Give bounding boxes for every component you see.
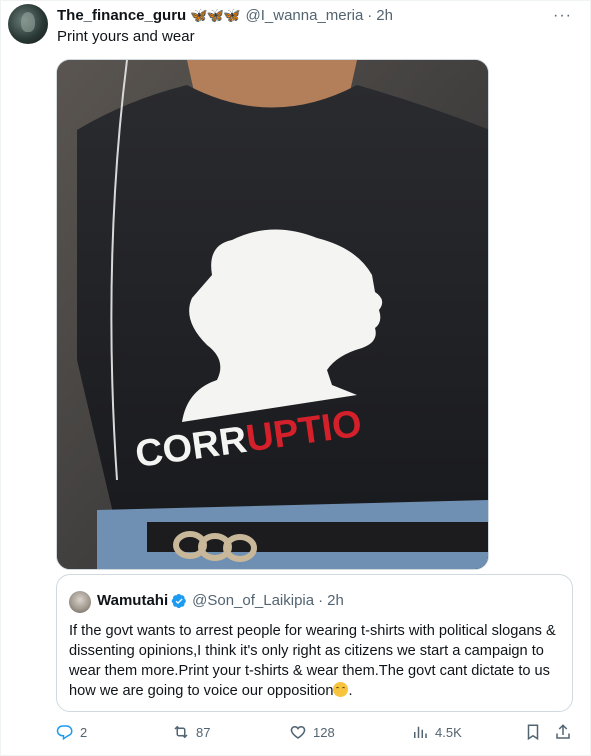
- quoted-tweet[interactable]: Wamutahi @Son_of_Laikipia · 2h If the go…: [56, 574, 573, 712]
- retweet-button[interactable]: 87: [172, 723, 210, 741]
- author-avatar[interactable]: [8, 4, 48, 44]
- quoted-body-text: If the govt wants to arrest people for w…: [69, 623, 556, 699]
- tweet-photo[interactable]: CORRUPTIO: [56, 59, 489, 570]
- like-button[interactable]: 128: [289, 723, 335, 741]
- reply-button[interactable]: 2: [56, 723, 87, 741]
- quoted-tweet-header: Wamutahi @Son_of_Laikipia · 2h: [97, 592, 344, 609]
- share-icon: [556, 724, 570, 739]
- quoted-author-avatar[interactable]: [69, 591, 91, 613]
- verified-badge-icon: [171, 593, 186, 608]
- views-count: 4.5K: [435, 724, 462, 740]
- bookmark-button[interactable]: [524, 723, 548, 741]
- bookmark-icon: [527, 724, 539, 741]
- relieved-face-emoji-icon: [333, 682, 349, 697]
- quoted-separator: ·: [318, 592, 324, 609]
- quoted-timestamp[interactable]: 2h: [327, 592, 344, 609]
- heart-icon: [290, 725, 306, 739]
- header-separator: ·: [367, 6, 373, 24]
- tweet-timestamp[interactable]: 2h: [376, 7, 393, 24]
- retweet-icon: [174, 725, 188, 739]
- tweet-header: The_finance_guru 🦋🦋🦋 @I_wanna_meria · 2h: [57, 5, 393, 25]
- quoted-tweet-text: If the govt wants to arrest people for w…: [69, 621, 564, 701]
- tweet-text: Print yours and wear: [57, 28, 195, 45]
- author-handle[interactable]: @I_wanna_meria: [246, 7, 364, 24]
- quoted-author-name[interactable]: Wamutahi: [97, 592, 168, 609]
- butterfly-emoji-badges: 🦋🦋🦋: [190, 6, 240, 23]
- tweet-actions-bar: 2 87 128 4.5K: [56, 723, 576, 745]
- views-button[interactable]: 4.5K: [411, 723, 462, 741]
- more-horizontal-icon[interactable]: ···: [553, 7, 572, 25]
- quoted-author-handle[interactable]: @Son_of_Laikipia: [192, 592, 314, 609]
- like-count: 128: [313, 724, 335, 740]
- retweet-count: 87: [196, 724, 211, 740]
- reply-icon: [56, 725, 73, 741]
- reply-count: 2: [80, 724, 88, 740]
- author-name[interactable]: The_finance_guru: [57, 7, 186, 24]
- tweet-card[interactable]: The_finance_guru 🦋🦋🦋 @I_wanna_meria · 2h…: [0, 0, 591, 756]
- quoted-body-end: .: [348, 683, 353, 699]
- share-button[interactable]: [554, 723, 578, 741]
- views-chart-icon: [414, 726, 427, 738]
